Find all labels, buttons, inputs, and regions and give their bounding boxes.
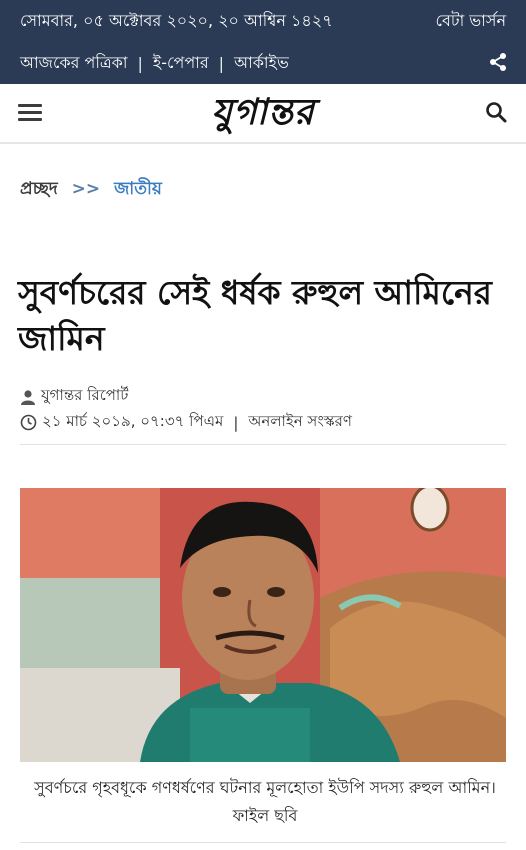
photo-illustration <box>20 488 506 762</box>
nav-separator: | <box>218 54 225 73</box>
hamburger-icon[interactable] <box>18 100 42 124</box>
article-meta: ২১ মার্চ ২০১৯, ০৭:৩৭ পিএম | অনলাইন সংস্ক… <box>20 410 352 435</box>
search-icon[interactable] <box>484 100 508 124</box>
nav-epaper[interactable]: ই-পেপার <box>153 50 209 77</box>
breadcrumb-home[interactable]: প্রচ্ছদ <box>20 179 58 199</box>
article-author: যুগান্তর রিপোর্ট <box>20 384 128 409</box>
nav-todays-paper[interactable]: আজকের পত্রিকা <box>20 50 128 77</box>
beta-version-link[interactable]: বেটা ভার্সন <box>435 8 506 35</box>
meta-separator: | <box>233 413 239 432</box>
top-bar: সোমবার, ০৫ অক্টোবর ২০২০, ২০ আশ্বিন ১৪২৭ … <box>0 0 526 84</box>
publish-datetime: ২১ মার্চ ২০১৯, ০৭:৩৭ পিএম <box>42 412 224 430</box>
user-icon <box>21 389 35 405</box>
breadcrumb: প্রচ্ছদ >> জাতীয় <box>20 176 162 204</box>
share-icon[interactable] <box>488 52 508 72</box>
site-header: যুগান্তর <box>0 84 526 144</box>
author-name[interactable]: যুগান্তর রিপোর্ট <box>41 384 128 409</box>
breadcrumb-category[interactable]: জাতীয় <box>114 179 162 199</box>
edition-label: অনলাইন সংস্করণ <box>248 412 352 430</box>
photo-caption: সুবর্ণচরে গৃহবধূকে গণধর্ষণের ঘটনার মূলহো… <box>34 778 496 825</box>
site-logo[interactable]: যুগান্তর <box>162 88 364 136</box>
divider <box>20 842 506 843</box>
nav-archive[interactable]: আর্কাইভ <box>234 50 289 77</box>
divider <box>20 444 506 445</box>
top-nav: আজকের পত্রিকা | ই-পেপার | আর্কাইভ <box>20 50 289 77</box>
current-date: সোমবার, ০৫ অক্টোবর ২০২০, ২০ আশ্বিন ১৪২৭ <box>20 11 333 30</box>
article-photo[interactable] <box>20 488 506 762</box>
breadcrumb-separator: >> <box>71 179 101 199</box>
nav-separator: | <box>137 54 143 73</box>
article-title: সুবর্ণচরের সেই ধর্ষক রুহুল আমিনের জামিন <box>18 273 492 358</box>
clock-icon <box>20 414 37 431</box>
